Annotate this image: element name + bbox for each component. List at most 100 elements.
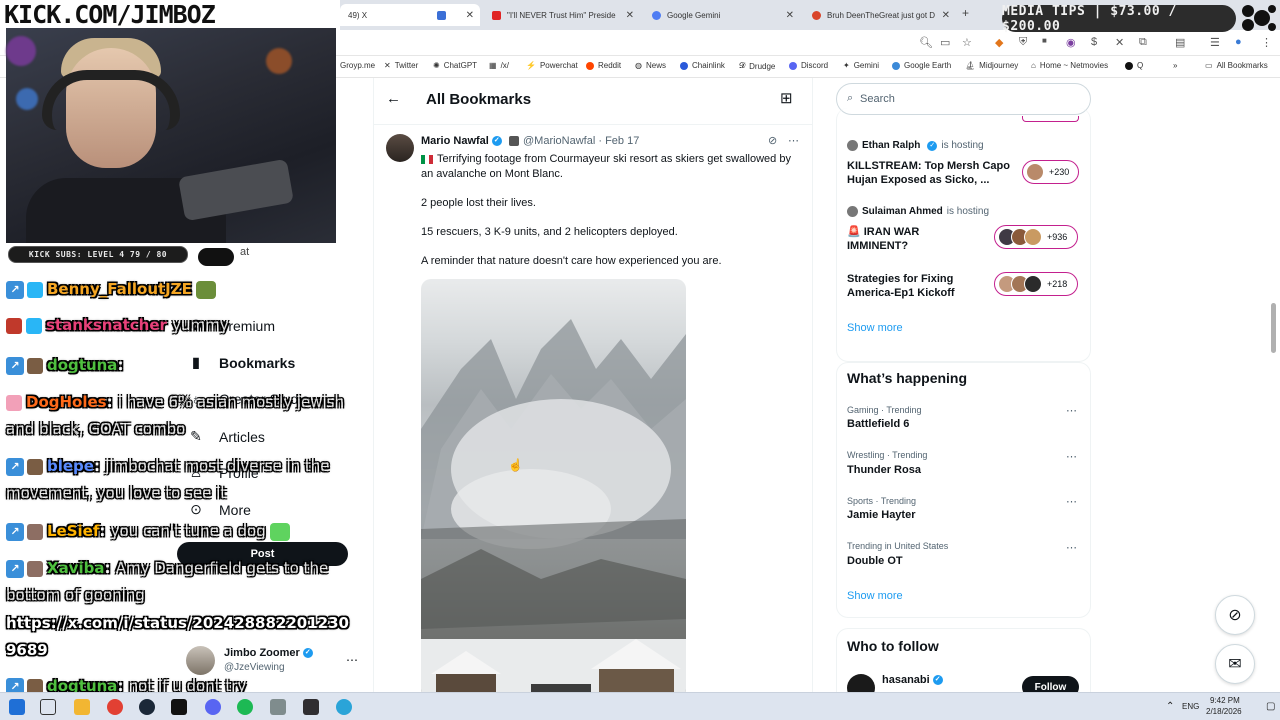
scrollbar[interactable] [1271, 303, 1276, 353]
tab-x[interactable]: 49) X ✕ [340, 4, 480, 26]
extension-counter-icon[interactable]: ■ [1042, 36, 1047, 45]
grok-icon[interactable]: ⊘ [1215, 595, 1255, 635]
chat-link[interactable]: https://x.com/i/status/20242888220123096… [6, 614, 349, 659]
zoom-icon[interactable]: 🔍︎ [919, 36, 933, 49]
bookmark-chatgpt[interactable]: ✺ ChatGPT [433, 61, 477, 70]
bookmark-reddit[interactable]: Reddit [586, 61, 621, 70]
tweet-date[interactable]: Feb 17 [605, 135, 639, 147]
globe-icon: ◍ [635, 61, 642, 70]
more-options-icon[interactable]: ⋯ [1066, 541, 1077, 554]
bookmark-q[interactable]: Q [1125, 61, 1143, 70]
more-options-icon[interactable]: ⋯ [1066, 495, 1077, 508]
gemini-icon: ✦ [843, 61, 850, 70]
steam-icon[interactable] [139, 699, 155, 715]
menu-icon[interactable]: ⋮ [1261, 36, 1272, 49]
new-tab-icon[interactable]: + [962, 6, 969, 20]
profile-icon[interactable]: ● [1235, 36, 1242, 48]
bookmark-chainlink[interactable]: Chainlink [680, 61, 725, 70]
add-bookmark-folder-icon[interactable]: ⊞ [780, 89, 793, 107]
obs-icon[interactable] [303, 699, 319, 715]
puzzle-icon[interactable]: ⧉ [1139, 36, 1147, 49]
affiliate-badge-icon [509, 136, 519, 147]
bookmark-midjourney[interactable]: ⛵︎ Midjourney [965, 61, 1018, 70]
listeners-pill[interactable]: +218 [994, 272, 1078, 296]
clock-time[interactable]: 9:42 PM [1210, 696, 1240, 705]
show-more-link[interactable]: Show more [847, 590, 903, 602]
chat-username: dogtuna [47, 356, 118, 374]
grid-icon: ▦ [489, 61, 497, 70]
dollar-extension-icon[interactable]: $ [1091, 36, 1097, 48]
file-explorer-icon[interactable] [74, 699, 90, 715]
x-extension-icon[interactable]: ✕ [1115, 36, 1124, 49]
discord-icon [789, 61, 797, 70]
trend-name[interactable]: Thunder Rosa [847, 464, 921, 476]
discord-icon[interactable] [205, 699, 221, 715]
terminal-icon[interactable] [171, 699, 187, 715]
listeners-pill[interactable]: +230 [1022, 160, 1079, 184]
more-options-icon[interactable]: ⋯ [1066, 450, 1077, 463]
telegram-icon[interactable] [336, 699, 352, 715]
bookmark-drudge[interactable]: 𝓓 Drudge [739, 61, 775, 71]
hand-cursor-icon: ☝ [508, 458, 523, 472]
star-icon[interactable]: ☆ [962, 36, 972, 49]
bookmark-powerchat[interactable]: ⚡ Powerchat [526, 61, 578, 70]
bookmark-discord[interactable]: Discord [789, 61, 828, 70]
extension-icon[interactable]: ◉ [1066, 36, 1076, 49]
tab-gemini[interactable]: Google Gemini ✕ [644, 4, 800, 26]
spotify-icon[interactable] [237, 699, 253, 715]
app-icon[interactable] [270, 699, 286, 715]
listeners-pill[interactable]: +936 [994, 225, 1078, 249]
follow-suggestion-name[interactable]: hasanabi ✓ [882, 674, 943, 686]
reddit-icon [812, 10, 821, 20]
close-tab-icon[interactable]: ✕ [786, 10, 794, 21]
windows-start-icon[interactable] [9, 699, 25, 715]
show-more-link[interactable]: Show more [847, 322, 903, 334]
emote-icon [195, 280, 216, 299]
tweet-video[interactable] [421, 279, 686, 699]
close-tab-icon[interactable]: ✕ [626, 10, 634, 21]
more-options-icon[interactable]: ⋯ [788, 134, 799, 147]
space-title[interactable]: KILLSTREAM: Top Mersh Capo Hujan Exposed… [847, 159, 1017, 187]
page-title: All Bookmarks [426, 91, 532, 108]
notification-icon[interactable]: ▢ [1266, 701, 1275, 712]
microphone-icon [178, 158, 294, 222]
close-tab-icon[interactable]: ✕ [466, 10, 474, 21]
space-title[interactable]: 🚨 IRAN WAR IMMINENT? [847, 225, 967, 253]
bookmark-x-board[interactable]: ▦/x/ [489, 61, 509, 70]
avatar[interactable] [386, 134, 414, 162]
close-tab-icon[interactable]: ✕ [942, 10, 950, 21]
space-title[interactable]: Strategies for Fixing America-Ep1 Kickof… [847, 272, 977, 300]
tweet-author[interactable]: Mario Nawfal ✓ [421, 135, 502, 147]
cast-icon[interactable]: ▭ [940, 36, 950, 49]
trend-name[interactable]: Double OT [847, 555, 903, 567]
trend-name[interactable]: Battlefield 6 [847, 418, 909, 430]
listener-avatars [1026, 163, 1044, 181]
sidebar-toggle-icon[interactable]: ▤ [1175, 36, 1185, 49]
back-arrow-icon[interactable]: ← [386, 90, 401, 107]
bookmark-google-earth[interactable]: Google Earth [892, 61, 951, 70]
language-indicator[interactable]: ENG [1182, 702, 1199, 711]
task-view-icon[interactable] [40, 699, 56, 715]
trend-name[interactable]: Jamie Hayter [847, 509, 916, 521]
clock-date[interactable]: 2/18/2026 [1206, 707, 1242, 716]
downloads-icon[interactable]: ☰ [1210, 36, 1220, 49]
shield-icon[interactable]: ⛨ [1019, 36, 1027, 49]
bookmark-twitter[interactable]: ✕ Twitter [384, 61, 418, 70]
bookmark-groyp[interactable]: Groyp.me [340, 61, 375, 70]
grok-icon[interactable]: ⊘ [768, 134, 777, 147]
messages-icon[interactable]: ✉ [1215, 644, 1255, 684]
italy-flag-icon [421, 154, 433, 164]
bookmark-news[interactable]: ◍ News [635, 61, 666, 70]
tweet-handle[interactable]: @MarioNawfal [523, 135, 595, 147]
tray-overflow-icon[interactable]: ⌃ [1166, 701, 1174, 712]
tab-bruh[interactable]: Bruh DeenTheGreat just got D ✕ [804, 4, 956, 26]
chrome-icon[interactable] [107, 699, 123, 715]
tab-video[interactable]: "I'll NEVER Trust Him" Preside ✕ [484, 4, 640, 26]
bookmarks-overflow-icon[interactable]: » [1173, 61, 1177, 70]
bookmark-gemini[interactable]: ✦ Gemini [843, 61, 879, 70]
metamask-icon[interactable]: ◆ [995, 36, 1003, 49]
all-bookmarks[interactable]: ▭ All Bookmarks [1205, 61, 1268, 70]
more-options-icon[interactable]: ⋯ [1066, 404, 1077, 417]
bookmark-netmovies[interactable]: ⌂ Home ~ Netmovies [1031, 61, 1108, 70]
chat-message: ↗ dogtuna: [6, 352, 356, 379]
